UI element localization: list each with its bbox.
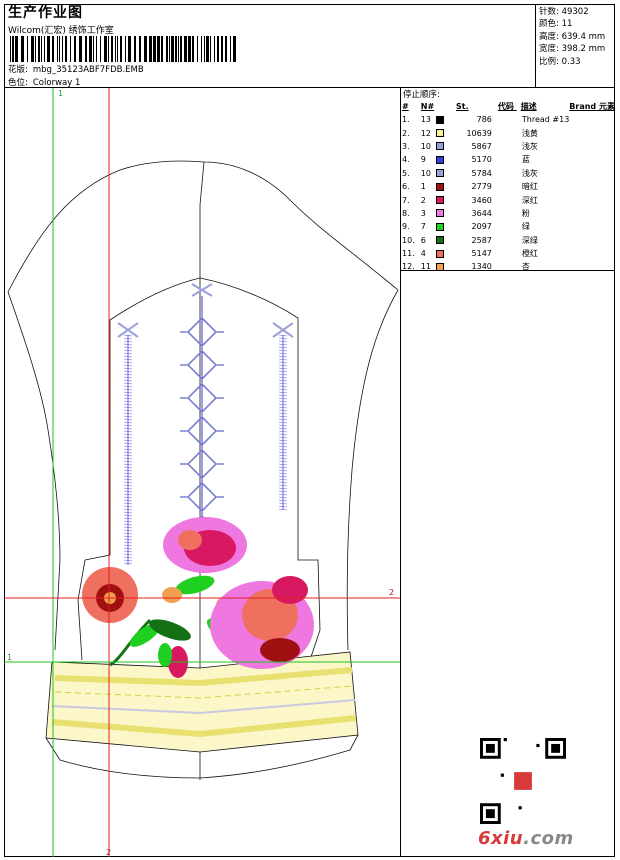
left-lace-column — [117, 322, 139, 565]
guide-label-h2: 2 — [389, 588, 394, 597]
guide-label-v1: 1 — [58, 89, 63, 98]
guide-label-h1: 1 — [7, 653, 12, 662]
center-diamond-motif — [180, 283, 224, 546]
watermark-logo: 6xiu.com — [478, 828, 574, 849]
guide-label-v2: 2 — [106, 848, 111, 857]
embroidery-artwork: 1 2 1 2 — [4, 88, 400, 857]
hem-band — [45, 651, 359, 753]
right-lace-column — [272, 322, 294, 511]
qr-code — [480, 738, 566, 824]
